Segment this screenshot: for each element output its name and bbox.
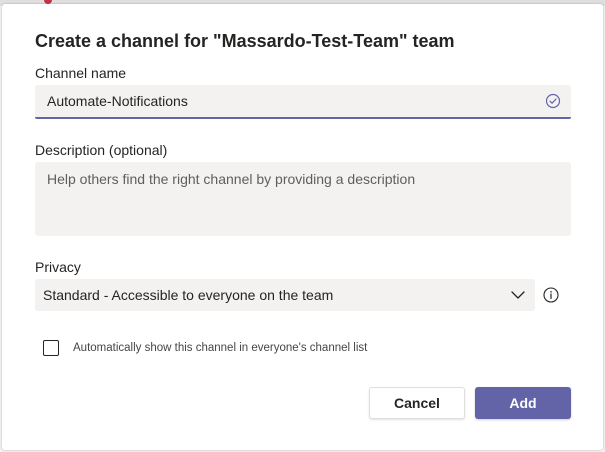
info-icon[interactable] xyxy=(543,287,559,303)
cancel-button[interactable]: Cancel xyxy=(369,387,465,419)
auto-show-option[interactable]: Automatically show this channel in every… xyxy=(43,339,367,357)
channel-name-label: Channel name xyxy=(35,65,127,81)
chevron-down-icon[interactable] xyxy=(509,286,527,304)
description-placeholder: Help others find the right channel by pr… xyxy=(47,171,416,187)
auto-show-checkbox[interactable] xyxy=(43,340,59,356)
privacy-dropdown[interactable]: Standard - Accessible to everyone on the… xyxy=(35,279,535,311)
channel-name-input[interactable]: Automate-Notifications xyxy=(35,85,571,119)
check-circle-icon xyxy=(545,93,561,109)
auto-show-label[interactable]: Automatically show this channel in every… xyxy=(73,342,367,354)
channel-name-value[interactable]: Automate-Notifications xyxy=(47,93,545,109)
privacy-label: Privacy xyxy=(35,259,81,275)
create-channel-dialog: Create a channel for "Massardo-Test-Team… xyxy=(2,4,603,450)
add-button[interactable]: Add xyxy=(475,387,571,419)
privacy-selected-value: Standard - Accessible to everyone on the… xyxy=(43,287,334,303)
description-textarea[interactable]: Help others find the right channel by pr… xyxy=(35,162,571,236)
description-label: Description (optional) xyxy=(35,142,168,158)
dialog-title: Create a channel for "Massardo-Test-Team… xyxy=(35,31,455,51)
